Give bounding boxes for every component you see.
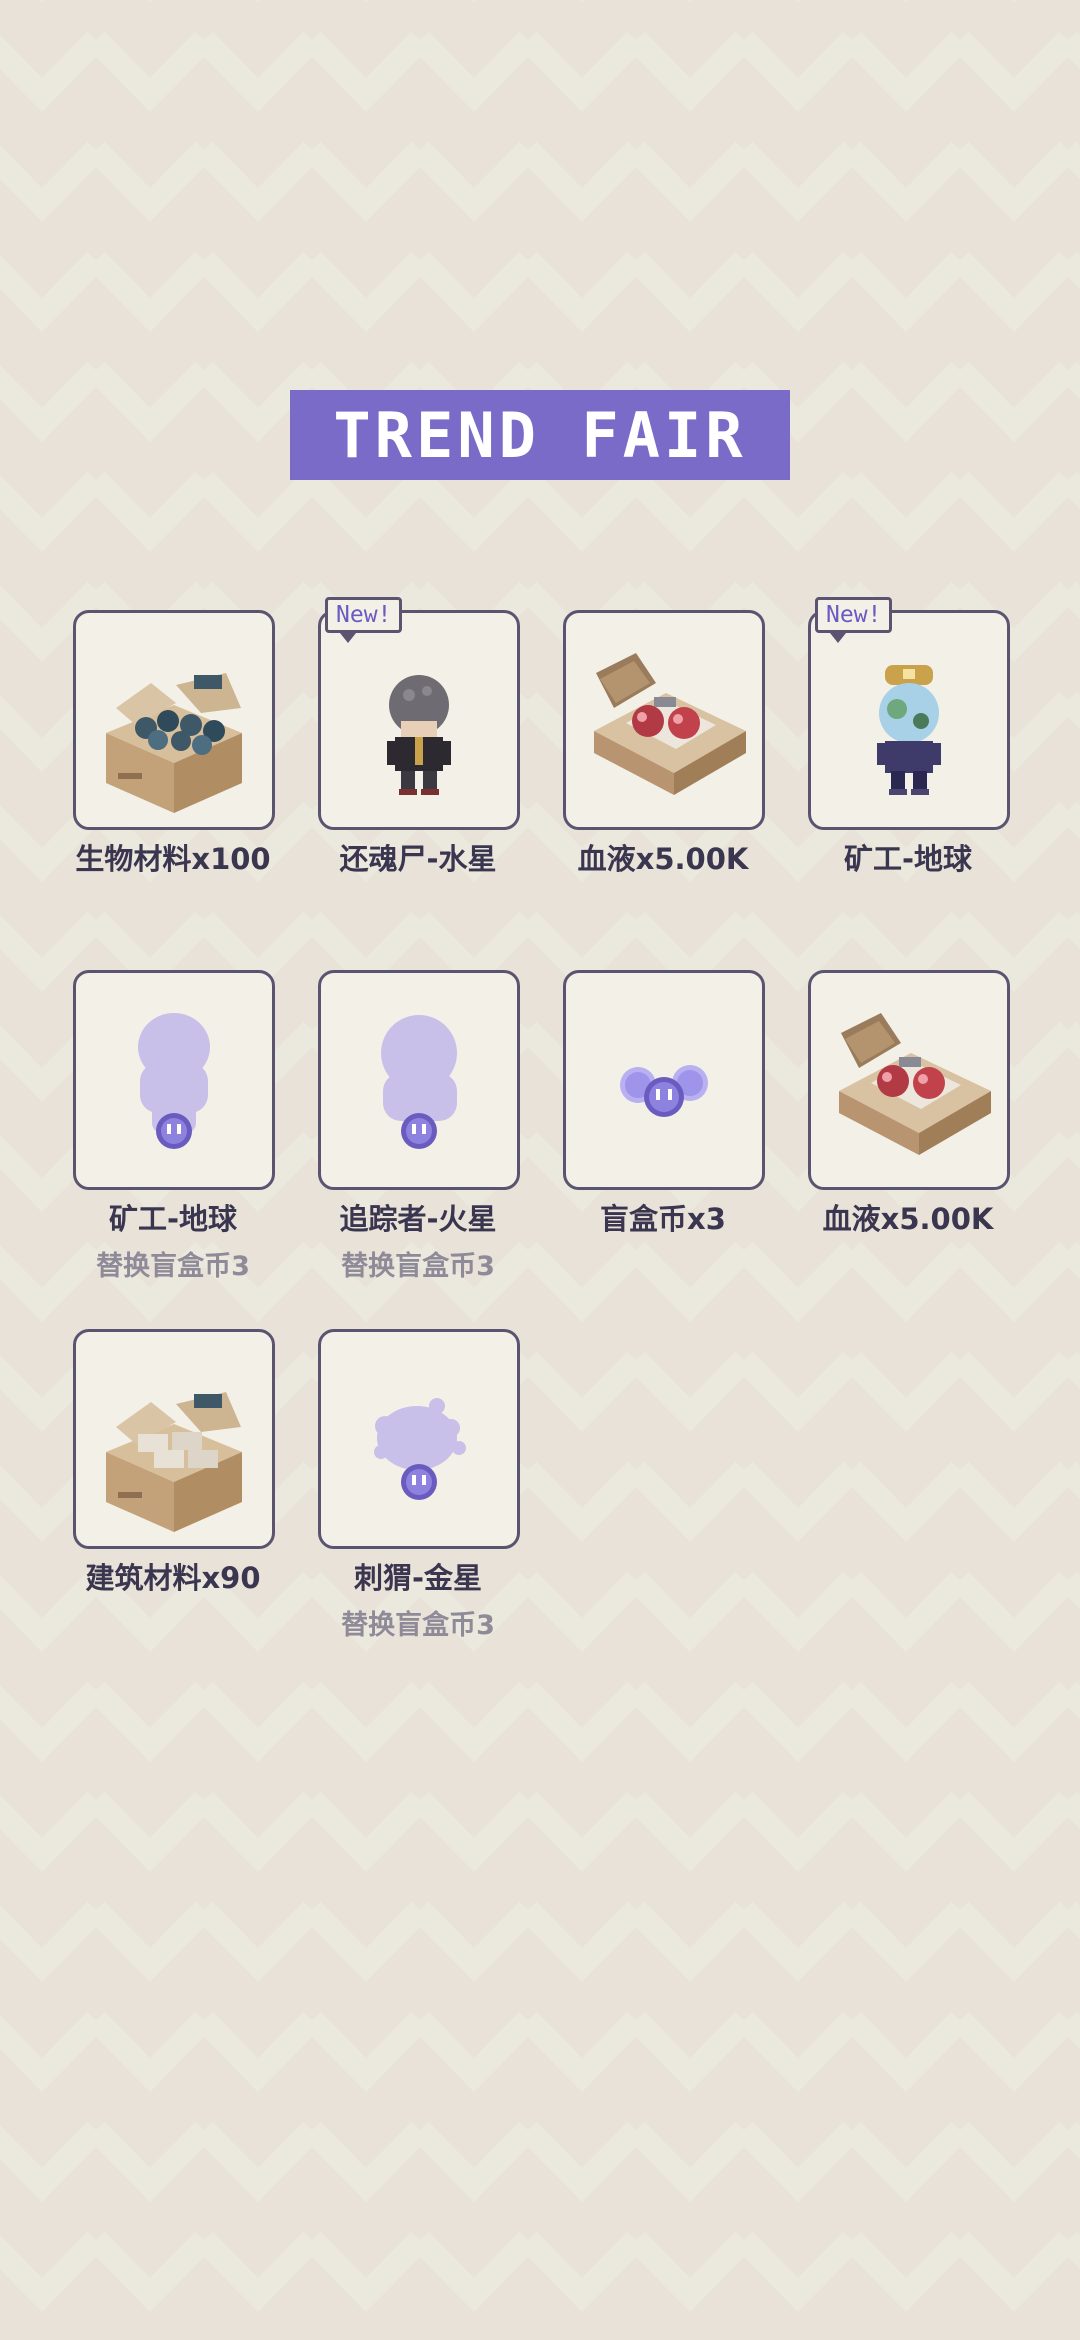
reward-item-7[interactable]: 盲盒币x3 <box>563 970 765 1238</box>
reward-item-3[interactable]: 血液x5.00K <box>563 610 765 878</box>
new-badge: New! <box>815 597 893 643</box>
reward-item-2[interactable]: New! 还魂尸-水星 <box>318 597 520 878</box>
reward-card[interactable]: New! <box>318 597 520 830</box>
title-banner: TREND FAIR <box>290 390 790 480</box>
reward-label: 盲盒币x3 <box>600 1202 726 1236</box>
reward-label: 追踪者-火星 <box>339 1202 497 1236</box>
building-material-box-icon <box>106 1392 242 1532</box>
reward-card[interactable] <box>563 970 765 1190</box>
reward-item-9[interactable]: 建筑材料x90 <box>73 1329 275 1597</box>
reward-item-1[interactable]: 生物材料x100 <box>73 610 275 878</box>
miner-character-icon <box>877 665 941 795</box>
reward-item-10[interactable]: 刺猬-金星 替换盲盒币3 <box>318 1329 520 1642</box>
reward-label: 血液x5.00K <box>577 842 749 876</box>
silhouette-icon <box>381 1015 457 1149</box>
reward-card[interactable]: New! <box>808 597 1010 830</box>
reward-card[interactable] <box>73 610 275 830</box>
zombie-character-icon <box>387 675 451 795</box>
blindbox-coin-icon <box>620 1065 708 1117</box>
reward-card[interactable] <box>318 1329 520 1549</box>
silhouette-splat-icon <box>374 1398 466 1500</box>
new-badge: New! <box>325 597 403 643</box>
reward-item-5[interactable]: 矿工-地球 替换盲盒币3 <box>73 970 275 1283</box>
replace-note: 替换盲盒币3 <box>341 1251 495 1282</box>
reward-label: 矿工-地球 <box>108 1202 238 1236</box>
silhouette-icon <box>138 1013 210 1149</box>
reward-item-6[interactable]: 追踪者-火星 替换盲盒币3 <box>318 970 520 1283</box>
reward-label: 建筑材料x90 <box>85 1561 261 1595</box>
page-title: TREND FAIR <box>333 398 747 472</box>
reward-item-8[interactable]: 血液x5.00K <box>808 970 1010 1238</box>
blood-box-icon <box>594 653 746 795</box>
reward-card[interactable] <box>73 970 275 1190</box>
replace-note: 替换盲盒币3 <box>96 1251 250 1282</box>
blood-box-icon <box>839 1013 991 1155</box>
reward-label: 刺猬-金星 <box>353 1561 483 1595</box>
reward-label: 生物材料x100 <box>75 842 271 876</box>
reward-label: 矿工-地球 <box>843 842 973 876</box>
reward-card[interactable] <box>808 970 1010 1190</box>
material-box-icon <box>106 673 242 813</box>
reward-item-4[interactable]: New! 矿工-地球 <box>808 597 1010 878</box>
reward-label: 还魂尸-水星 <box>339 842 497 876</box>
reward-card[interactable] <box>318 970 520 1190</box>
replace-note: 替换盲盒币3 <box>341 1610 495 1641</box>
reward-label: 血液x5.00K <box>822 1202 994 1236</box>
reward-card[interactable] <box>73 1329 275 1549</box>
reward-card[interactable] <box>563 610 765 830</box>
